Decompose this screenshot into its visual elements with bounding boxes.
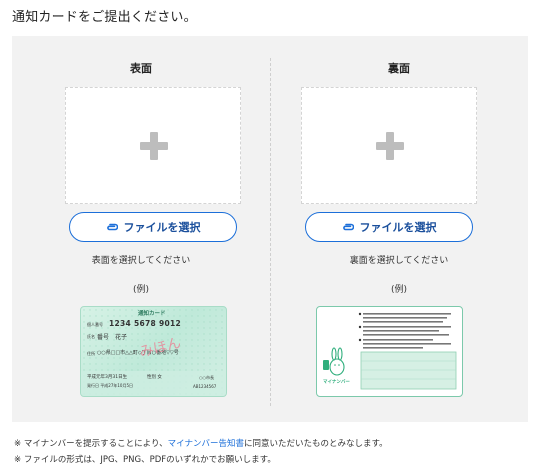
front-dropzone[interactable] bbox=[65, 87, 241, 204]
back-example-label: (例) bbox=[390, 285, 408, 295]
note-consent: ※ マイナンバーを提示することにより、マイナンバー告知書に同意いただいたものとみ… bbox=[14, 439, 388, 449]
notes: ※ マイナンバーを提示することにより、マイナンバー告知書に同意いただいたものとみ… bbox=[14, 436, 388, 468]
plus-icon bbox=[140, 132, 168, 160]
note-file-format: ※ ファイルの形式は、JPG、PNG、PDFのいずれかでお願いします。 bbox=[14, 455, 276, 465]
back-column: 裏面 ファイルを選択 裏面を選択してください (例) マイナンバー bbox=[270, 36, 528, 422]
front-column: 表面 ファイルを選択 表面を選択してください (例) 通知カード 個人番号 12… bbox=[12, 36, 270, 422]
back-example-card: マイナンバー bbox=[316, 306, 463, 397]
back-select-file-button[interactable]: ファイルを選択 bbox=[305, 212, 473, 242]
card-address-label: 住所 bbox=[87, 351, 95, 356]
paperclip-icon bbox=[342, 223, 354, 231]
card-name: 番号 花子 bbox=[97, 334, 128, 341]
front-select-file-button[interactable]: ファイルを選択 bbox=[69, 212, 237, 242]
front-example-card: 通知カード 個人番号 1234 5678 9012 氏名 番号 花子 住所 ○○… bbox=[80, 306, 227, 397]
card-name-label: 氏名 bbox=[87, 334, 95, 339]
card-dob: 平成元年3月31日生 bbox=[87, 375, 128, 380]
front-hint: 表面を選択してください bbox=[91, 256, 191, 266]
card-sex: 性別 女 bbox=[147, 375, 162, 380]
mascot-icon bbox=[323, 347, 345, 376]
upload-panel: 表面 ファイルを選択 表面を選択してください (例) 通知カード 個人番号 12… bbox=[12, 36, 528, 422]
card-header: 通知カード bbox=[138, 311, 166, 317]
notice-link[interactable]: マイナンバー告知書 bbox=[168, 439, 244, 449]
plus-icon bbox=[376, 132, 404, 160]
card-issue: 発行日 平成27年10月5日 bbox=[87, 383, 133, 388]
back-title: 裏面 bbox=[388, 62, 410, 75]
back-hint: 裏面を選択してください bbox=[349, 256, 449, 266]
front-title: 表面 bbox=[130, 62, 152, 75]
back-dropzone[interactable] bbox=[301, 87, 477, 204]
back-select-file-label: ファイルを選択 bbox=[359, 221, 437, 234]
card-number-label: 個人番号 bbox=[87, 322, 103, 327]
paperclip-icon bbox=[106, 223, 118, 231]
front-example-label: (例) bbox=[132, 285, 150, 295]
card-serial: AB1234567 bbox=[193, 384, 217, 389]
card-issuer: ○○市長 bbox=[199, 375, 214, 380]
card-number: 1234 5678 9012 bbox=[109, 319, 182, 328]
front-select-file-label: ファイルを選択 bbox=[123, 221, 201, 234]
page-title: 通知カードをご提出ください。 bbox=[12, 10, 197, 25]
back-card-logo-text: マイナンバー bbox=[323, 380, 350, 385]
